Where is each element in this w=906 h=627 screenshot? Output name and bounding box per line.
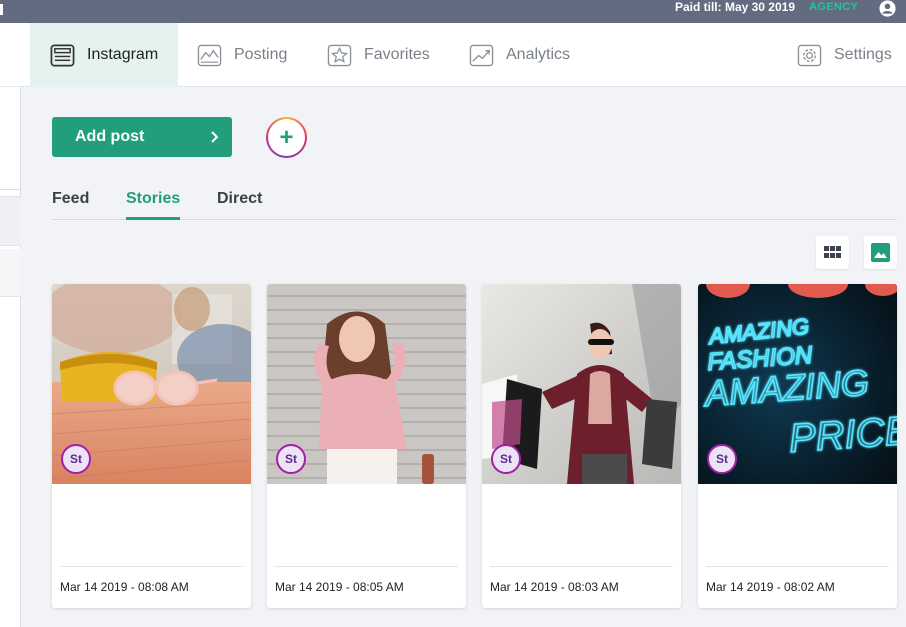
add-story-button[interactable]: + — [266, 117, 307, 158]
card-divider — [490, 566, 673, 567]
plan-badge: AGENCY — [809, 1, 858, 13]
posting-chart-icon — [197, 44, 222, 66]
story-badge: St — [707, 444, 737, 474]
card-divider — [706, 566, 889, 567]
image-view-icon — [871, 243, 890, 262]
post-date: Mar 14 2019 - 08:08 AM — [60, 580, 189, 594]
card-divider — [275, 566, 458, 567]
post-date: Mar 14 2019 - 08:05 AM — [275, 580, 404, 594]
story-card[interactable]: St Mar 14 2019 - 08:03 AM — [482, 284, 681, 608]
nav-tab-label: Analytics — [506, 46, 571, 63]
instagram-feed-icon — [50, 44, 75, 66]
image-view-button[interactable] — [864, 236, 897, 269]
left-sidebar — [0, 87, 21, 627]
gear-icon — [797, 44, 822, 66]
sidebar-item-selected[interactable] — [0, 196, 21, 246]
card-divider — [60, 566, 243, 567]
main-nav: Instagram Posting Favorites Analytics Se… — [0, 23, 906, 87]
tab-stories[interactable]: Stories — [126, 190, 181, 220]
analytics-trend-icon — [469, 44, 494, 66]
grid-view-button[interactable] — [816, 236, 849, 269]
story-card[interactable]: St Mar 14 2019 - 08:08 AM — [52, 284, 251, 608]
sidebar-item[interactable] — [0, 249, 21, 297]
edge-marker — [0, 4, 3, 15]
nav-tab-label: Instagram — [87, 46, 159, 63]
user-circle-icon[interactable] — [879, 0, 896, 17]
plus-icon: + — [268, 119, 305, 156]
story-card[interactable]: St Mar 14 2019 - 08:05 AM — [267, 284, 466, 608]
nav-tab-posting[interactable]: Posting — [197, 23, 287, 87]
add-post-button[interactable]: Add post — [52, 117, 232, 157]
post-date: Mar 14 2019 - 08:03 AM — [490, 580, 619, 594]
post-date: Mar 14 2019 - 08:02 AM — [706, 580, 835, 594]
top-status-bar: Paid till: May 30 2019 AGENCY — [0, 0, 906, 23]
tab-direct[interactable]: Direct — [217, 190, 262, 217]
story-badge: St — [276, 444, 306, 474]
story-badge: St — [491, 444, 521, 474]
story-badge: St — [61, 444, 91, 474]
nav-tab-label: Posting — [234, 46, 288, 63]
nav-tab-favorites[interactable]: Favorites — [327, 23, 430, 87]
star-icon — [327, 44, 352, 66]
sidebar-divider — [0, 189, 21, 190]
add-post-label: Add post — [75, 128, 145, 145]
nav-tab-settings[interactable]: Settings — [797, 23, 892, 87]
content-tabs: Feed Stories Direct — [52, 186, 897, 220]
nav-tab-analytics[interactable]: Analytics — [469, 23, 570, 87]
nav-tab-label: Favorites — [364, 46, 430, 63]
nav-tab-instagram[interactable]: Instagram — [30, 23, 178, 87]
nav-tab-label: Settings — [834, 46, 892, 63]
grid-view-icon — [824, 246, 841, 258]
tab-feed[interactable]: Feed — [52, 190, 89, 217]
paid-till-text: Paid till: May 30 2019 — [674, 0, 795, 14]
chevron-right-icon — [211, 131, 219, 143]
story-card[interactable]: AMAZING FASHION AMAZING PRICES St Mar 14… — [698, 284, 897, 608]
